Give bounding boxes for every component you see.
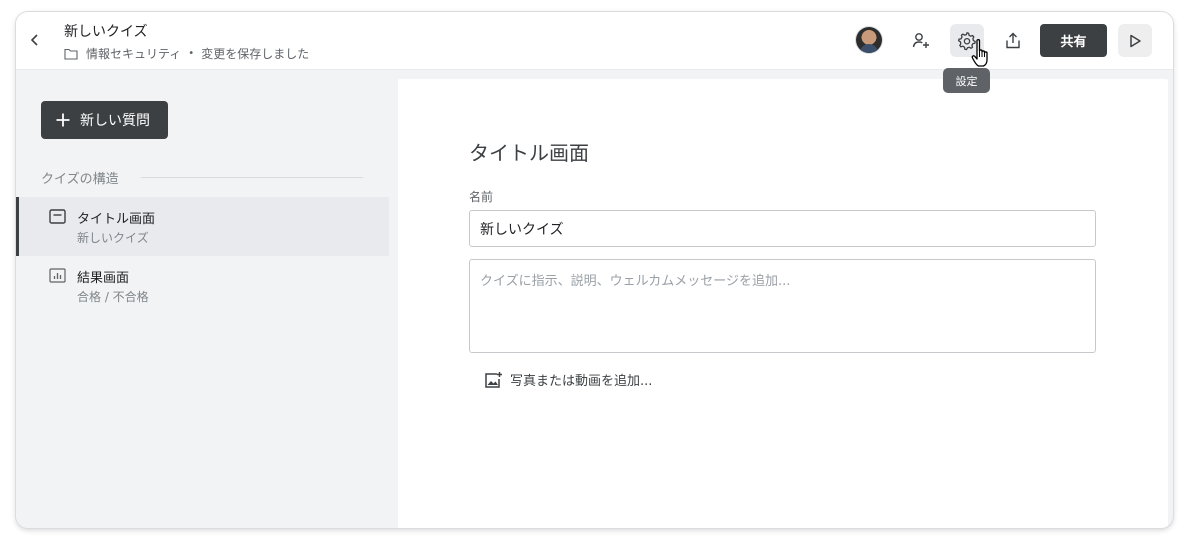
- export-button[interactable]: [996, 24, 1030, 57]
- back-button[interactable]: [26, 30, 44, 50]
- section-heading: クイズの構造: [41, 172, 119, 187]
- sidebar-item-subtitle: 合格 / 不合格: [77, 290, 149, 304]
- description-input[interactable]: [469, 259, 1096, 353]
- header-bar: 新しいクイズ 情報セキュリティ • 変更を保存しました 共有: [16, 12, 1173, 70]
- breadcrumb: 情報セキュリティ • 変更を保存しました: [64, 45, 309, 62]
- add-media-button[interactable]: 写真または動画を追加...: [484, 370, 652, 389]
- title-screen-icon: [49, 209, 67, 225]
- add-image-icon: [484, 371, 503, 389]
- new-question-label: 新しい質問: [80, 113, 150, 129]
- add-collaborator-button[interactable]: [904, 24, 938, 57]
- app-window: 新しいクイズ 情報セキュリティ • 変更を保存しました 共有 設定 新しい質問 …: [16, 12, 1173, 528]
- sidebar-item-title: 結果画面: [77, 271, 130, 286]
- section-divider: [141, 177, 363, 178]
- avatar[interactable]: [856, 27, 882, 53]
- name-label: 名前: [469, 190, 494, 204]
- chevron-left-icon: [30, 34, 38, 46]
- save-status: 変更を保存しました: [201, 47, 310, 61]
- separator-dot: •: [188, 48, 195, 59]
- sidebar: 新しい質問 クイズの構造 タイトル画面 新しいクイズ 結果画面 合格 / 不合格: [16, 70, 389, 528]
- add-media-label: 写真または動画を追加...: [510, 374, 653, 389]
- new-question-button[interactable]: 新しい質問: [41, 101, 168, 139]
- sidebar-item-results-screen[interactable]: 結果画面 合格 / 不合格: [16, 256, 389, 315]
- folder-icon: [64, 48, 78, 60]
- preview-button[interactable]: [1118, 24, 1152, 57]
- folder-name[interactable]: 情報セキュリティ: [86, 45, 181, 62]
- document-title[interactable]: 新しいクイズ: [64, 21, 148, 41]
- chart-icon: [49, 268, 67, 284]
- sidebar-item-title-screen[interactable]: タイトル画面 新しいクイズ: [16, 197, 389, 256]
- sidebar-item-subtitle: 新しいクイズ: [77, 231, 149, 245]
- plus-icon: [55, 112, 71, 128]
- settings-tooltip: 設定: [943, 68, 990, 93]
- editor-panel: タイトル画面 名前 写真または動画を追加...: [398, 79, 1168, 528]
- sidebar-item-title: タイトル画面: [77, 212, 156, 227]
- page-title: タイトル画面: [469, 141, 589, 165]
- share-button[interactable]: 共有: [1040, 24, 1107, 57]
- play-icon: [1130, 34, 1141, 47]
- add-person-icon: [912, 32, 929, 48]
- upload-icon: [1006, 32, 1020, 48]
- hand-pointer-icon: [971, 39, 988, 67]
- quiz-name-input[interactable]: [469, 210, 1096, 247]
